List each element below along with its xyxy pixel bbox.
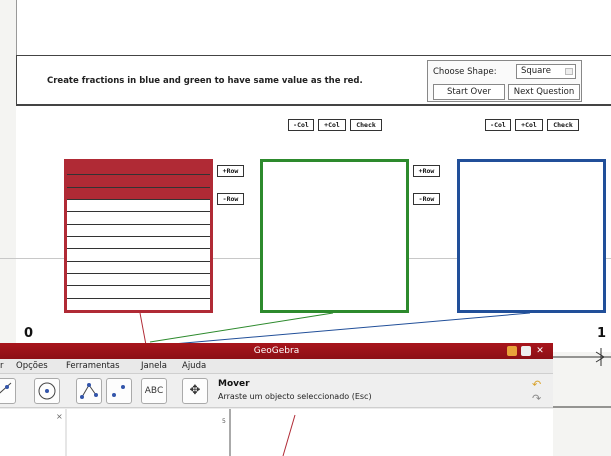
graphics-view[interactable]: × 5 [0, 409, 553, 456]
geogebra-window: GeoGebra ✕ r Opções Ferramentas Janela A… [0, 343, 553, 456]
red-row-divider [67, 211, 210, 213]
window-title: GeoGebra [253, 346, 300, 356]
redo-icon[interactable]: ↷ [532, 392, 541, 405]
tool-name: Mover [218, 379, 250, 389]
blue-fraction-square[interactable] [457, 159, 606, 313]
red-row-divider [67, 174, 210, 176]
controls-panel: Choose Shape: Square Start Over Next Que… [427, 60, 582, 102]
red-row-divider [67, 186, 210, 188]
menu-bar: r Opções Ferramentas Janela Ajuda [0, 359, 553, 374]
blue-minus-col-button[interactable]: -Col [485, 119, 511, 131]
menu-item-ajuda[interactable]: Ajuda [182, 361, 206, 371]
blue-plus-col-button[interactable]: +Col [515, 119, 543, 131]
red-row-divider [67, 297, 210, 299]
shape-select[interactable]: Square [516, 64, 576, 79]
red-row-divider [67, 273, 210, 274]
instructions-text: Create fractions in blue and green to ha… [47, 76, 363, 86]
geogebra-title-bar[interactable]: GeoGebra ✕ [0, 343, 553, 359]
next-question-button[interactable]: Next Question [508, 84, 580, 100]
text-tool-icon[interactable]: ABC [141, 378, 167, 404]
red-row-divider [67, 223, 210, 225]
green-plus-col-button[interactable]: +Col [318, 119, 346, 131]
blue-check-button[interactable]: Check [547, 119, 579, 131]
menu-item-partial[interactable]: r [0, 361, 4, 371]
red-minus-row-button[interactable]: -Row [217, 193, 244, 205]
menu-item-opcoes[interactable]: Opções [16, 361, 48, 371]
menu-item-janela[interactable]: Janela [141, 361, 167, 371]
dropdown-arrow-icon[interactable] [565, 68, 573, 75]
undo-icon[interactable]: ↶ [532, 378, 541, 391]
circle-tool-icon[interactable] [34, 378, 60, 404]
start-over-button[interactable]: Start Over [433, 84, 505, 100]
point-tool-icon[interactable] [106, 378, 132, 404]
minimize-icon[interactable] [507, 346, 517, 356]
green-minus-row-button[interactable]: -Row [413, 193, 440, 205]
svg-text:×: × [56, 412, 63, 421]
red-fraction-square [64, 159, 213, 313]
red-row-divider [67, 199, 210, 200]
green-fraction-square[interactable] [260, 159, 409, 313]
green-minus-col-button[interactable]: -Col [288, 119, 314, 131]
move-tool-icon[interactable]: ✥ [182, 378, 208, 404]
line-tool-icon[interactable] [0, 378, 16, 404]
red-plus-row-button[interactable]: +Row [217, 165, 244, 177]
number-line-start-label: 0 [24, 326, 34, 341]
green-plus-row-button[interactable]: +Row [413, 165, 440, 177]
red-row-divider [67, 285, 210, 287]
close-icon[interactable]: ✕ [535, 346, 545, 356]
choose-shape-label: Choose Shape: [433, 67, 497, 77]
red-shaded-region [67, 162, 210, 199]
red-row-divider [67, 260, 210, 262]
green-check-button[interactable]: Check [350, 119, 382, 131]
graphics-view-canvas: × 5 [56, 409, 296, 456]
red-row-divider [67, 248, 210, 250]
polygon-tool-icon[interactable] [76, 378, 102, 404]
tool-description: Arraste um objecto seleccionado (Esc) [218, 392, 372, 401]
red-row-divider [67, 236, 210, 237]
applet-header: Create fractions in blue and green to ha… [16, 55, 611, 105]
menu-item-ferramentas[interactable]: Ferramentas [66, 361, 120, 371]
number-line-end-label: 1 [597, 326, 607, 341]
shape-select-value: Square [521, 66, 551, 76]
maximize-icon[interactable] [521, 346, 531, 356]
toolbar: ABC ✥ Mover Arraste um objecto seleccion… [0, 374, 553, 408]
svg-text:5: 5 [222, 418, 226, 425]
